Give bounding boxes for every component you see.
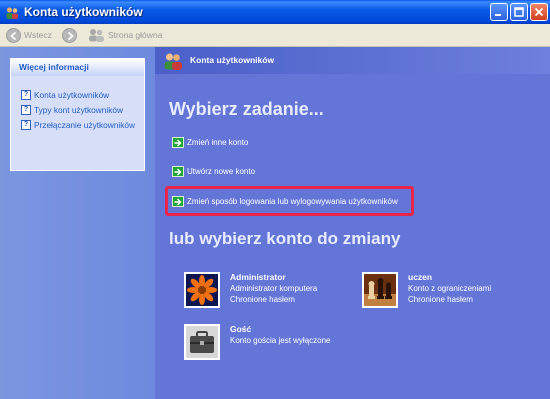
account-type: Konto z ograniczeniami bbox=[408, 284, 492, 293]
more-info-title: Więcej informacji bbox=[11, 59, 144, 76]
more-info-panel: Więcej informacji ? Konta użytkowników ?… bbox=[10, 58, 145, 171]
user-accounts-window: Konta użytkowników Wstecz Strona główna … bbox=[0, 0, 550, 399]
green-arrow-icon bbox=[172, 136, 184, 148]
task-pane: Więcej informacji ? Konta użytkowników ?… bbox=[0, 47, 155, 399]
header-title: Konta użytkowników bbox=[190, 55, 275, 65]
account-administrator[interactable]: Administrator Administrator komputera Ch… bbox=[184, 272, 344, 310]
chess-avatar-icon bbox=[362, 272, 398, 308]
sidebar-item-account-types[interactable]: ? Typy kont użytkowników bbox=[21, 104, 123, 116]
close-button[interactable] bbox=[530, 3, 548, 21]
back-arrow-icon bbox=[6, 27, 21, 43]
task-label: Utwórz nowe konto bbox=[187, 166, 256, 176]
pick-account-heading: lub wybierz konto do zmiany bbox=[169, 229, 401, 248]
task-label: Zmień inne konto bbox=[187, 137, 249, 147]
forward-arrow-icon bbox=[62, 27, 77, 43]
task-create-new-account[interactable]: Utwórz nowe konto bbox=[172, 165, 255, 177]
account-name: uczen bbox=[408, 272, 433, 282]
account-guest[interactable]: Gość Konto gościa jest wyłączone bbox=[184, 324, 364, 362]
flower-avatar-icon bbox=[184, 272, 220, 308]
user-accounts-icon bbox=[163, 52, 183, 70]
sidebar-item-label: Konta użytkowników bbox=[34, 90, 110, 100]
home-label: Strona główna bbox=[108, 30, 163, 40]
title-bar[interactable]: Konta użytkowników bbox=[0, 0, 550, 24]
highlight-annotation-box bbox=[165, 186, 414, 216]
users-app-icon bbox=[5, 5, 19, 19]
help-icon: ? bbox=[21, 120, 31, 130]
sidebar-item-label: Przełączanie użytkowników bbox=[34, 120, 135, 130]
back-button[interactable]: Wstecz bbox=[6, 26, 52, 44]
forward-button[interactable] bbox=[62, 26, 77, 44]
pick-task-heading: Wybierz zadanie... bbox=[169, 99, 324, 119]
minimize-button[interactable] bbox=[490, 3, 508, 21]
home-button[interactable]: Strona główna bbox=[87, 26, 162, 44]
navigation-toolbar: Wstecz Strona główna bbox=[0, 24, 550, 47]
account-uczen[interactable]: uczen Konto z ograniczeniami Chronione h… bbox=[362, 272, 542, 310]
task-change-another-account[interactable]: Zmień inne konto bbox=[172, 136, 248, 148]
help-icon: ? bbox=[21, 105, 31, 115]
account-status: Chronione hasłem bbox=[230, 295, 295, 304]
sidebar-item-label: Typy kont użytkowników bbox=[34, 105, 123, 115]
account-status: Konto gościa jest wyłączone bbox=[230, 336, 331, 345]
account-status: Chronione hasłem bbox=[408, 295, 473, 304]
green-arrow-icon bbox=[172, 165, 184, 177]
sidebar-item-user-accounts[interactable]: ? Konta użytkowników bbox=[21, 89, 109, 101]
help-icon: ? bbox=[21, 90, 31, 100]
account-name: Gość bbox=[230, 324, 252, 334]
home-users-icon bbox=[87, 28, 105, 42]
back-label: Wstecz bbox=[24, 30, 52, 40]
account-name: Administrator bbox=[230, 272, 286, 282]
briefcase-avatar-icon bbox=[184, 324, 220, 360]
window-title: Konta użytkowników bbox=[24, 5, 143, 19]
main-header: Konta użytkowników bbox=[155, 47, 550, 74]
main-content: Konta użytkowników Wybierz zadanie... Zm… bbox=[155, 47, 550, 399]
account-type: Administrator komputera bbox=[230, 284, 318, 293]
sidebar-item-switching-users[interactable]: ? Przełączanie użytkowników bbox=[21, 119, 135, 131]
maximize-button[interactable] bbox=[510, 3, 528, 21]
